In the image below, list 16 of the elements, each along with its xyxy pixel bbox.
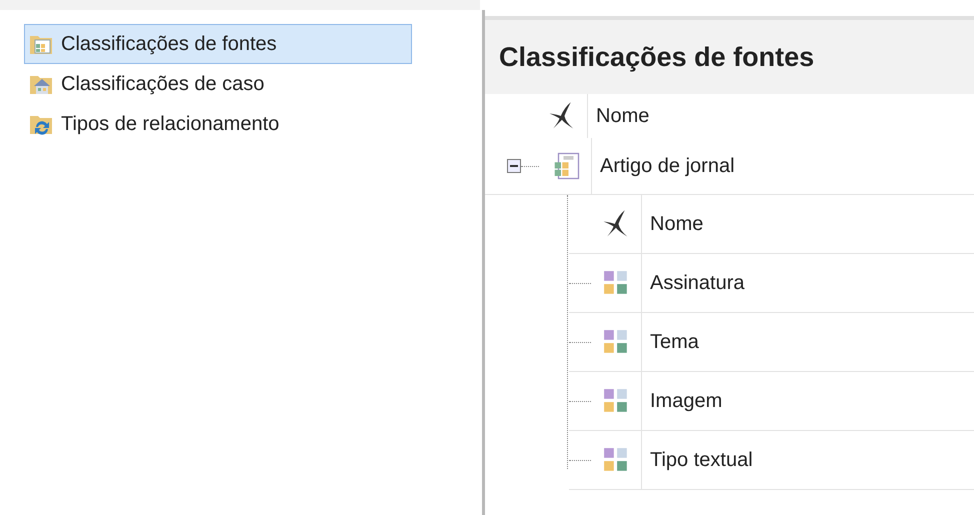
grid-icon: [603, 388, 629, 414]
attribute-name[interactable]: Tipo textual: [642, 448, 753, 472]
classification-name[interactable]: Artigo de jornal: [592, 154, 735, 178]
sidebar-item[interactable]: Classificações de fontes: [24, 24, 412, 64]
sidebar-item[interactable]: Classificações de caso: [24, 64, 412, 104]
panel-title: Classificações de fontes: [499, 42, 814, 72]
attribute-name[interactable]: Imagem: [642, 390, 722, 412]
grid-icon: [603, 447, 629, 473]
grid-icon: [603, 270, 629, 296]
collapse-toggle[interactable]: [507, 159, 521, 173]
attribute-name[interactable]: Tema: [642, 330, 699, 354]
sidebar-item[interactable]: Tipos de relacionamento: [24, 104, 412, 144]
column-header: Nome: [649, 212, 704, 236]
attribute-name[interactable]: Assinatura: [642, 272, 744, 294]
column-header: Nome: [595, 104, 650, 128]
grid-icon: [603, 329, 629, 355]
